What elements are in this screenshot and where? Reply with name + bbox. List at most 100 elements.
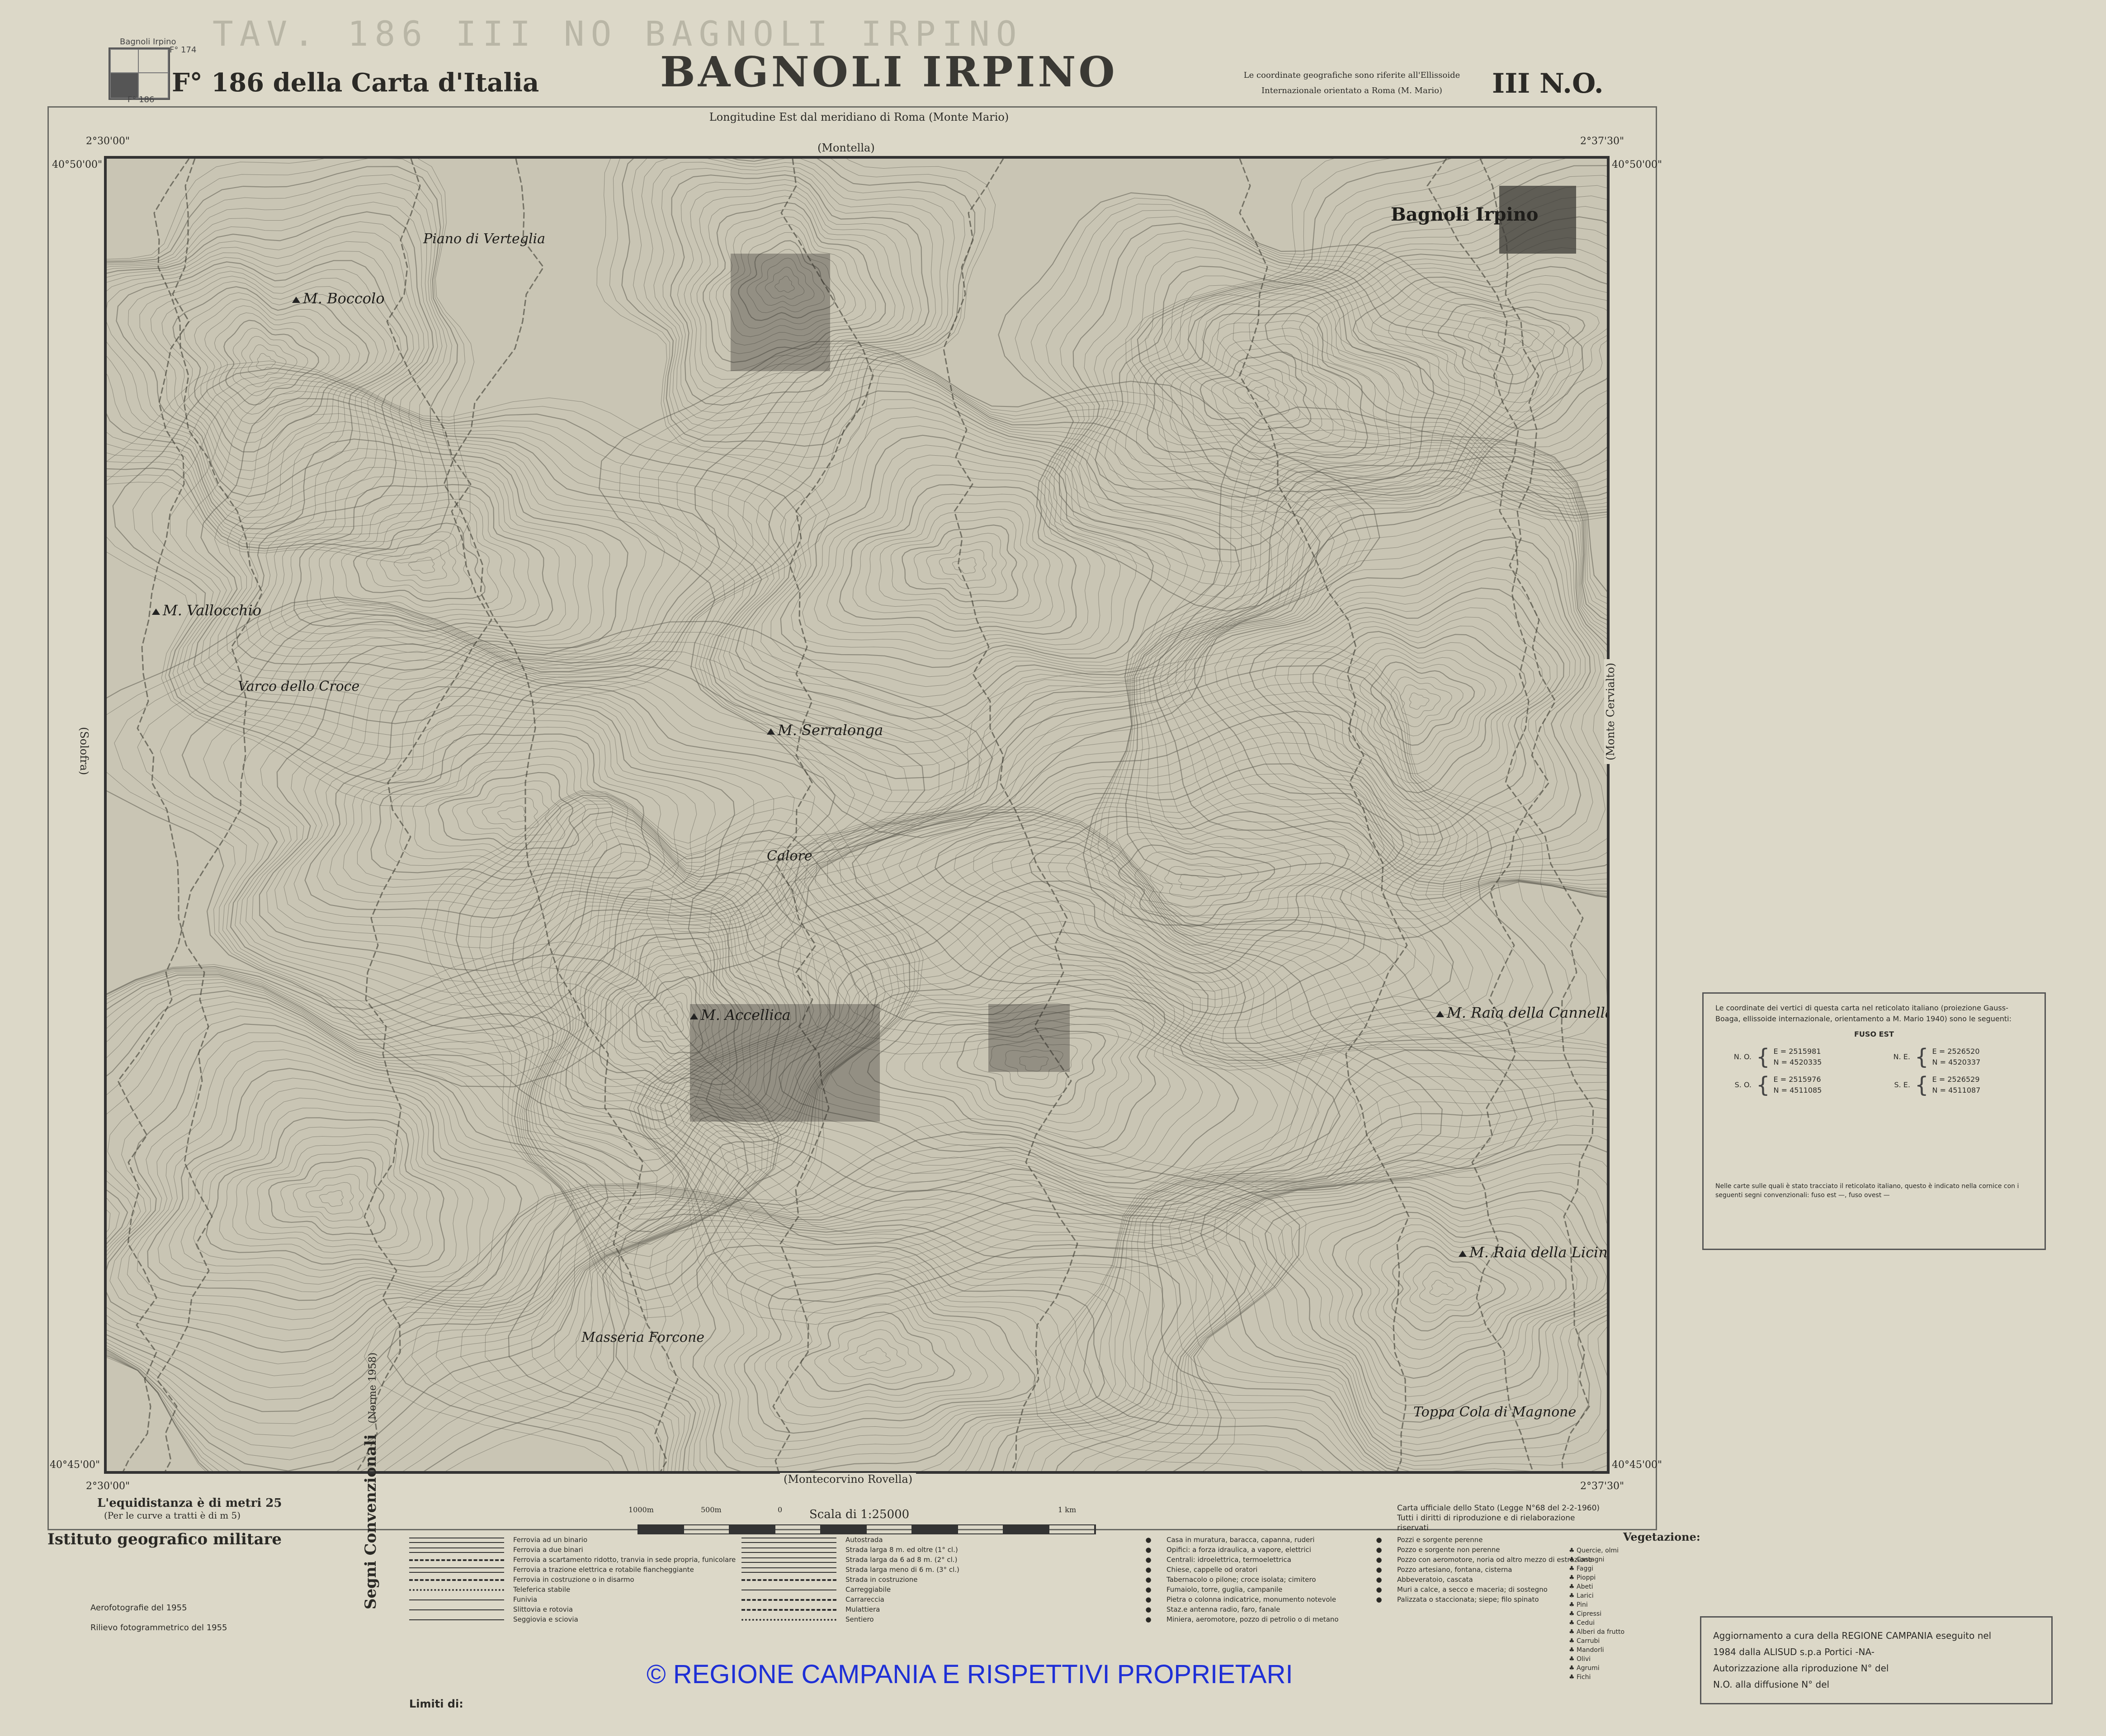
- fountain-icon: ●: [1376, 1566, 1382, 1574]
- sheet-index-diagram: [109, 47, 170, 100]
- edge-name-east: (Monte Cervialto): [1604, 659, 1617, 764]
- vegetation-item: ♣ Abeti: [1569, 1582, 1624, 1591]
- legend-label: Tabernacolo o pilone; croce isolata; cim…: [1166, 1576, 1316, 1584]
- rock-area: [988, 1004, 1070, 1072]
- legend-label: Staz.e antenna radio, faro, fanale: [1166, 1605, 1280, 1613]
- contour-line: [723, 375, 1273, 743]
- peak-name: M. Serralonga: [778, 722, 883, 739]
- peak-name: M. Boccolo: [303, 290, 385, 307]
- contour-line: [193, 398, 720, 724]
- contour-line: [343, 714, 679, 894]
- tree-icon: ♣: [1569, 1656, 1577, 1663]
- tree-icon: ♣: [1569, 1665, 1577, 1672]
- legend-label: Sentiero: [845, 1615, 874, 1623]
- factory-icon: ●: [1145, 1546, 1152, 1554]
- contour-line: [240, 336, 297, 387]
- ellipsoid-note-line: Internazionale orientato a Roma (M. Mari…: [1261, 86, 1442, 95]
- legend-line-sample: [409, 1547, 504, 1553]
- legend-label: Strada larga meno di 6 m. (3° cl.): [845, 1566, 959, 1574]
- peak-triangle-icon: [1436, 1010, 1444, 1017]
- tree-icon: ♣: [1569, 1547, 1577, 1554]
- tree-icon: ♣: [1569, 1619, 1577, 1627]
- legend-label: Pozzi e sorgente perenne: [1397, 1536, 1483, 1544]
- update-line: Autorizzazione alla riproduzione N° del: [1713, 1663, 1889, 1674]
- vegetation-label: Pini: [1577, 1601, 1588, 1609]
- legend-label: Ferrovia a trazione elettrica e rotabile…: [513, 1566, 694, 1574]
- legend-water: ● Pozzi e sorgente perenne ● Pozzo e sorgen…: [1365, 1535, 1592, 1604]
- contour-line: [760, 416, 1188, 687]
- legend-line-sample: [409, 1567, 504, 1573]
- contour-line: [1066, 826, 1322, 955]
- legend-line-sample: [741, 1599, 836, 1601]
- contour-line: [934, 763, 1404, 1016]
- stream-line: [443, 159, 679, 1471]
- contour-line: [1453, 310, 1570, 375]
- peak-triangle-icon: [767, 728, 775, 735]
- tree-icon: ♣: [1569, 1610, 1577, 1618]
- legend-item: Carreggiabile: [741, 1585, 959, 1594]
- survey-dates: Aerofotografie del 1955 Rilievo fotogram…: [90, 1598, 227, 1638]
- legend-label: Ferrovia in costruzione o in disarmo: [513, 1576, 634, 1584]
- legend-item: Strada larga 8 m. ed oltre (1° cl.): [741, 1545, 959, 1555]
- vertex-corner: S. O.: [1734, 1080, 1752, 1089]
- legend-label: Pozzo e sorgente non perenne: [1397, 1546, 1500, 1554]
- legend-label: Funivia: [513, 1595, 538, 1604]
- scale-tick: 1 km: [1058, 1505, 1077, 1514]
- vegetation-item: ♣ Cipressi: [1569, 1609, 1624, 1618]
- mini-index-label: Bagnoli Irpino: [120, 37, 176, 47]
- topographic-map[interactable]: Bagnoli Irpino M. Accellica M. Serralong…: [104, 156, 1610, 1474]
- legend-item: Ferrovia a trazione elettrica e rotabile…: [409, 1565, 736, 1575]
- legend-title: Segni Convenzionali (Norme 1958): [362, 1353, 380, 1609]
- legend-label: Chiese, cappelle od oratori: [1166, 1566, 1258, 1574]
- vertex-easting: E = 2515981: [1773, 1047, 1821, 1056]
- stream-line: [943, 159, 1078, 1471]
- contour-line: [208, 413, 684, 701]
- contour-line: [304, 686, 735, 919]
- legend-line-sample: [741, 1537, 836, 1543]
- update-line: N.O. alla diffusione N° del: [1713, 1679, 1830, 1690]
- legend-vegetation: ♣ Quercie, olmi ♣ Castagni ♣ Faggi ♣ Pioppi…: [1569, 1546, 1624, 1682]
- legend-item: ● Fumaiolo, torre, guglia, campanile: [1135, 1585, 1339, 1594]
- legend-label: Ferrovia a scartamento ridotto, tranvia …: [513, 1556, 736, 1564]
- contour-line: [1058, 222, 1514, 551]
- legend-item: Seggiovia e sciovia: [409, 1614, 736, 1624]
- scale-tick: 0: [778, 1505, 783, 1514]
- contour-line: [306, 1182, 354, 1215]
- power-icon: ●: [1145, 1556, 1152, 1564]
- legend-label: Palizzata o staccionata; siepe; filo spi…: [1397, 1595, 1539, 1604]
- legend-item: Ferrovia in costruzione o in disarmo: [409, 1575, 736, 1585]
- legend-item: Ferrovia a due binari: [409, 1545, 736, 1555]
- contour-line: [1116, 451, 1607, 906]
- legend-item: Sentiero: [741, 1614, 959, 1624]
- update-line: 1984 dalla ALISUD s.p.a Portici -NA-: [1713, 1646, 1875, 1657]
- contour-line: [916, 753, 1413, 1022]
- vertex-northing: N = 4520335: [1773, 1058, 1822, 1066]
- corner-lon-ne: 2°37'30": [1580, 136, 1624, 147]
- legend-item: ● Muri a calce, a secco e maceria; di sos…: [1365, 1585, 1592, 1594]
- vegetation-label: Mandorli: [1577, 1646, 1604, 1654]
- contour-line: [107, 241, 420, 512]
- locality-label: Piano di Verteglia: [423, 231, 546, 247]
- legend-line-sample: [409, 1579, 504, 1581]
- contour-line: [107, 231, 425, 518]
- legend-label: Pietra o colonna indicatrice, monumento …: [1166, 1595, 1336, 1604]
- legend-rail: Ferrovia ad un binario Ferrovia a due bin…: [409, 1535, 736, 1624]
- vertex-northing: N = 4511085: [1773, 1086, 1822, 1094]
- vegetation-item: ♣ Alberi da frutto: [1569, 1628, 1624, 1637]
- contour-line: [1247, 385, 1270, 402]
- legend-label: Pozzo artesiano, fontana, cisterna: [1397, 1566, 1512, 1574]
- contour-line: [658, 348, 1348, 803]
- legend-item: ● Casa in muratura, baracca, capanna, rud…: [1135, 1535, 1339, 1545]
- contour-line: [890, 517, 1030, 609]
- contour-line: [1239, 1172, 1607, 1438]
- legend-label: Casa in muratura, baracca, capanna, rude…: [1166, 1536, 1315, 1544]
- stone-icon: ●: [1145, 1595, 1152, 1604]
- vegetation-item: ♣ Quercie, olmi: [1569, 1546, 1624, 1555]
- contour-line: [107, 183, 447, 543]
- contour-line: [839, 700, 1473, 1048]
- scale-tick: 1000m: [628, 1505, 654, 1514]
- contour-line: [802, 455, 1121, 652]
- legend-item: Slittovia e rotovia: [409, 1604, 736, 1614]
- tree-icon: ♣: [1569, 1601, 1577, 1609]
- longitude-label: Longitudine Est dal meridiano di Roma (M…: [709, 111, 1009, 123]
